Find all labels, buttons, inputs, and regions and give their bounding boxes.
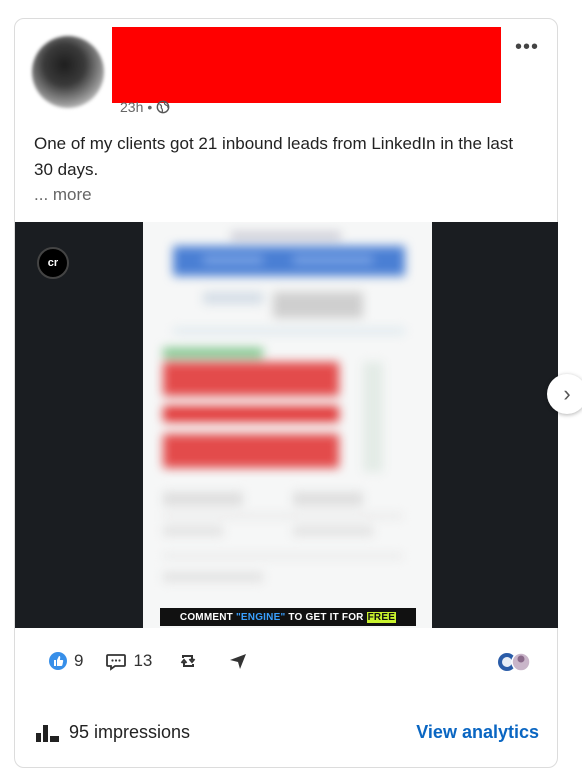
send-icon [230, 654, 247, 669]
caption-comment: COMMENT [179, 611, 233, 623]
repost-button[interactable] [178, 651, 198, 671]
view-analytics-link[interactable]: View analytics [416, 722, 539, 743]
comment-icon [106, 654, 127, 671]
bar-chart-icon [36, 724, 59, 742]
social-actions-bar: 9 13 [48, 651, 248, 671]
brand-logo-badge: cr [37, 247, 69, 279]
reactor-avatars[interactable] [497, 651, 541, 673]
post-text: One of my clients got 21 inbound leads f… [34, 134, 514, 179]
next-slide-button[interactable]: › [547, 374, 582, 414]
meta-separator: • [147, 99, 153, 115]
post-media[interactable]: cr COMMENT "ENGINE" TO GET IT FOR FREE [15, 222, 558, 628]
post-meta: 23h • [120, 99, 170, 115]
blurred-document-preview [143, 222, 432, 628]
post-timestamp: 23h [120, 99, 144, 115]
caption-free: FREE [366, 611, 397, 623]
reactions-count[interactable]: 9 [48, 651, 83, 671]
redacted-author-name [112, 27, 501, 103]
comments-button[interactable]: 13 [105, 651, 152, 671]
globe-icon [156, 100, 170, 114]
impressions-count: 95 impressions [69, 722, 191, 742]
likes-count: 9 [74, 651, 84, 670]
caption-middle: TO GET IT FOR [288, 611, 364, 623]
comments-count: 13 [133, 651, 153, 670]
see-more-link[interactable]: ... more [34, 185, 92, 205]
post-card: 23h • ••• One of my clients got 21 inbou… [14, 18, 582, 768]
repost-icon [181, 655, 196, 667]
chevron-right-icon: › [563, 381, 571, 406]
video-caption: COMMENT "ENGINE" TO GET IT FOR FREE [160, 608, 416, 626]
like-icon [49, 652, 67, 670]
author-avatar[interactable] [32, 36, 104, 108]
caption-keyword: "ENGINE" [235, 611, 286, 623]
send-button[interactable] [228, 651, 248, 671]
more-options-button[interactable]: ••• [515, 37, 539, 57]
impressions-stat: 95 impressions [35, 722, 190, 743]
